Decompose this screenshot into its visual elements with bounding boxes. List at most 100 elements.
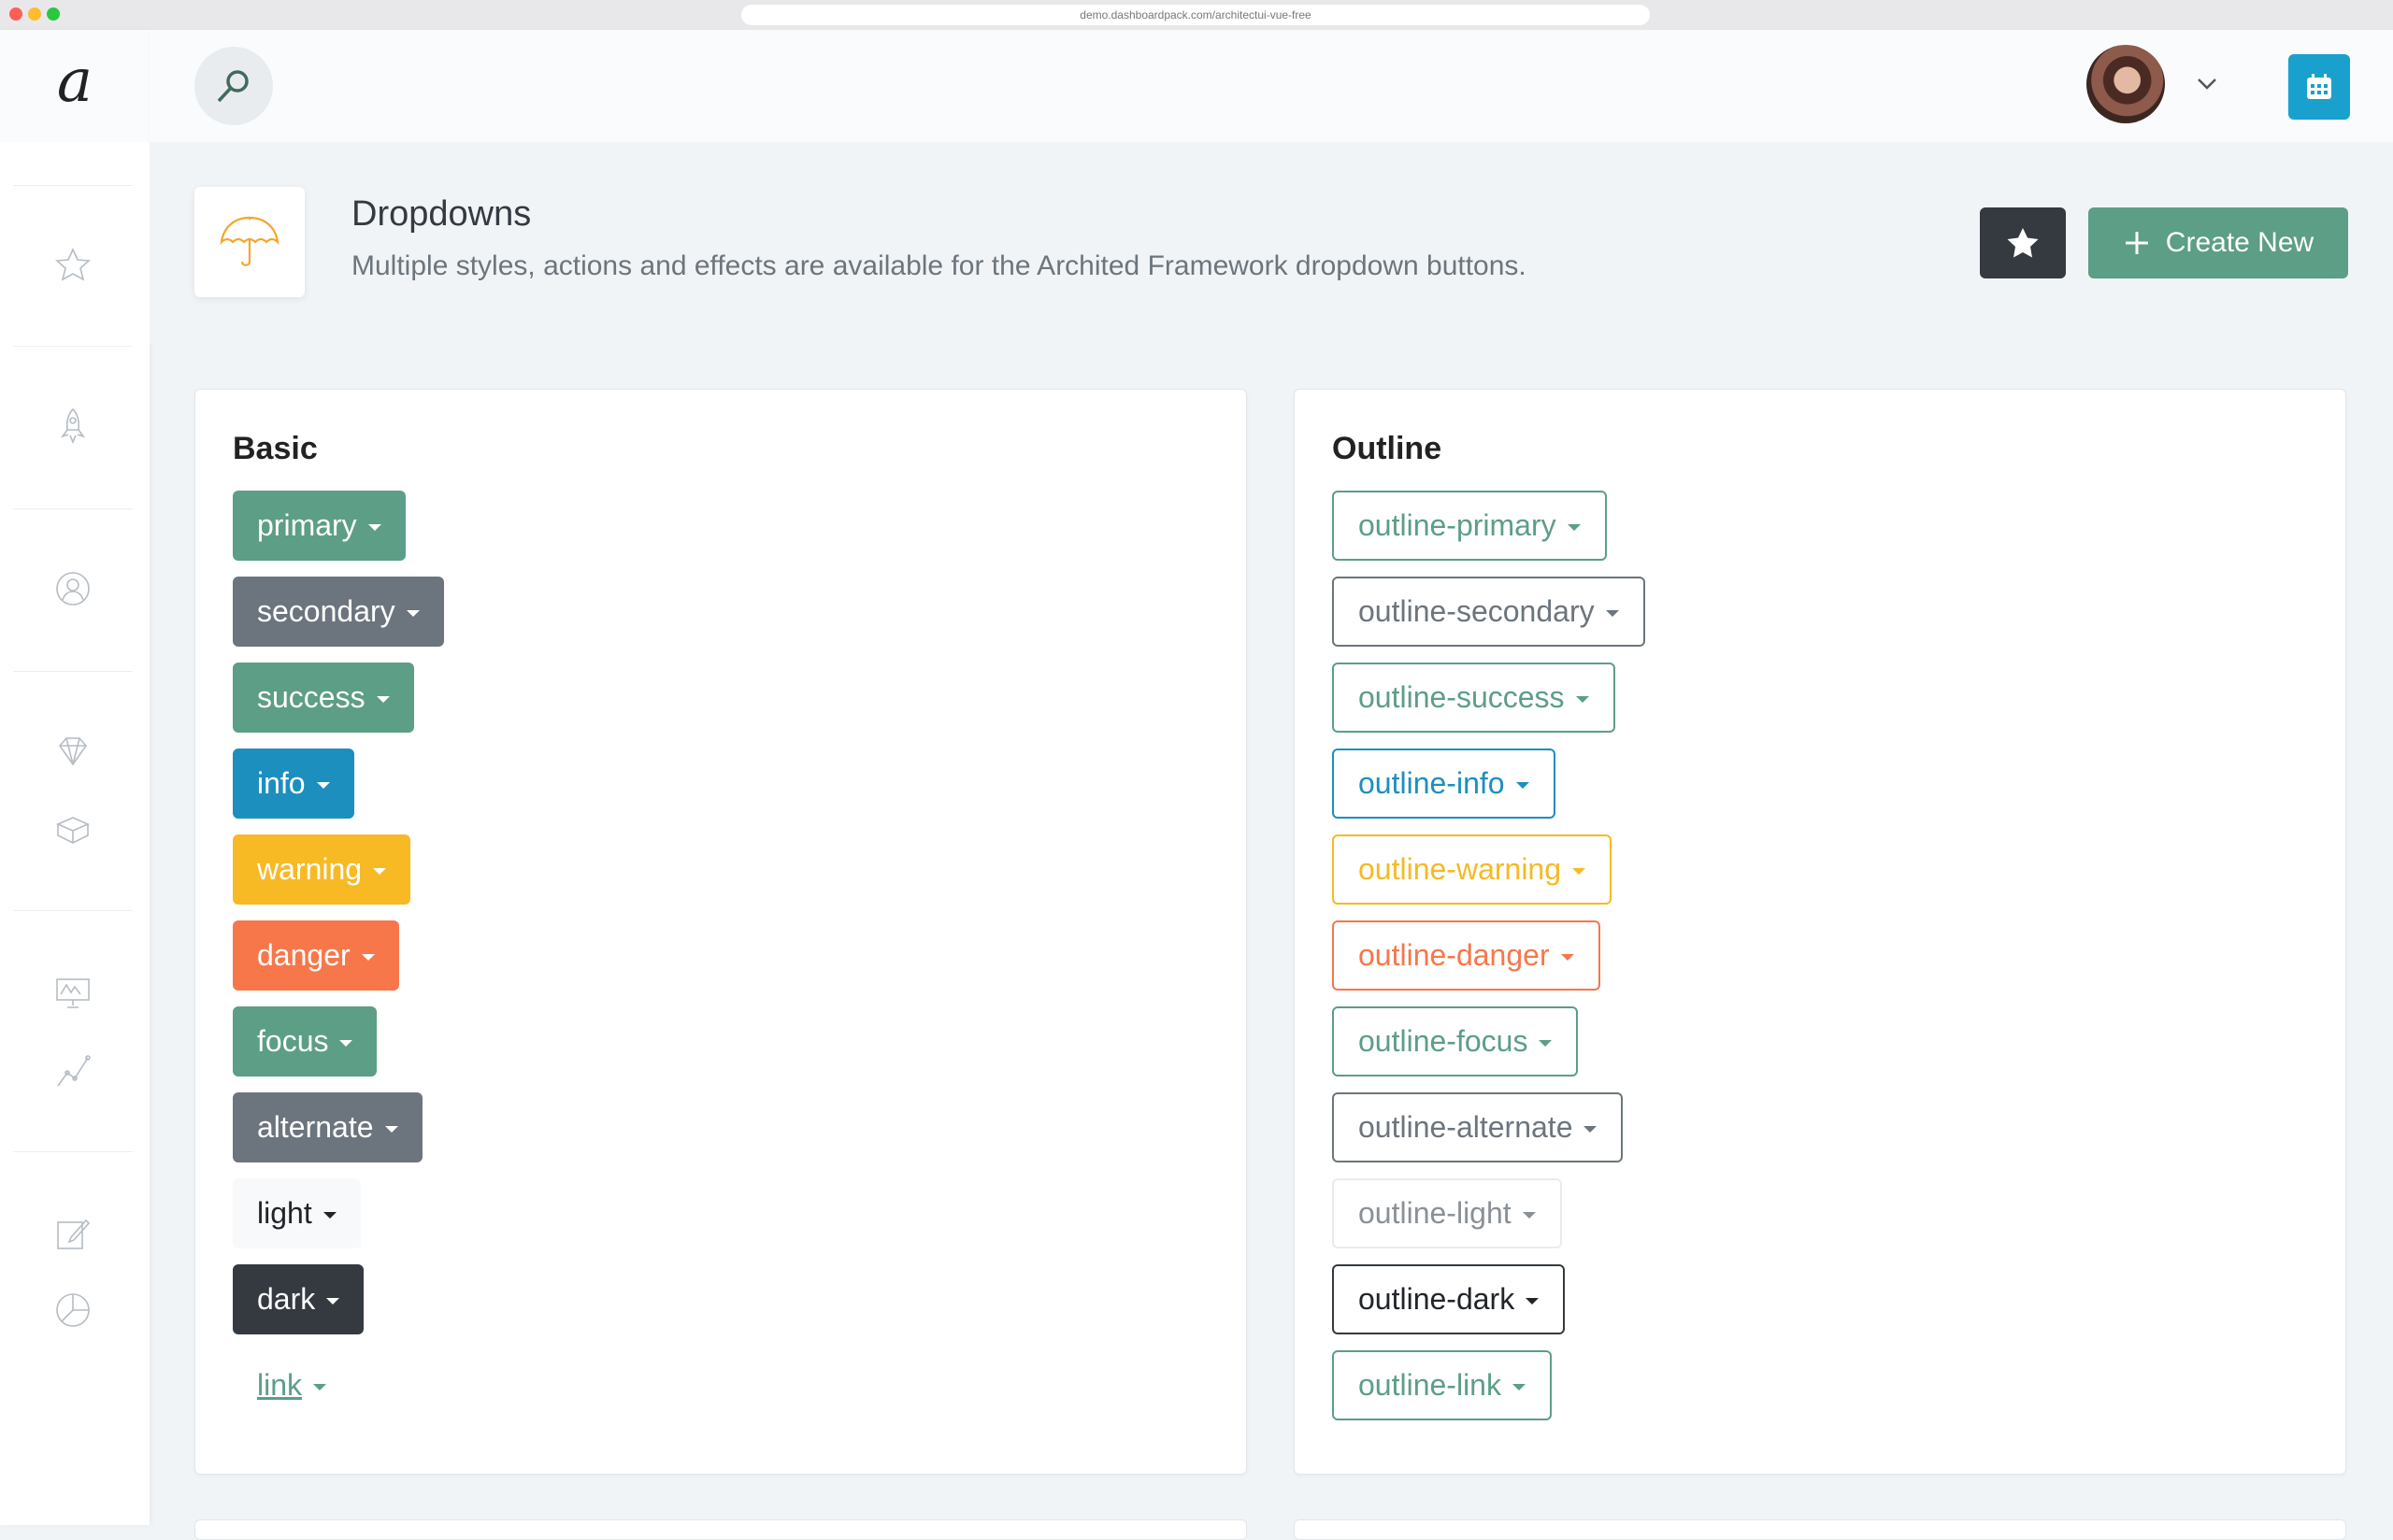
link-dropdown-button[interactable]: link: [233, 1350, 351, 1420]
basic-button-list: primary secondary success info warning danger…: [233, 491, 444, 1420]
close-window-button[interactable]: [9, 7, 22, 21]
sidebar-divider: [13, 1151, 133, 1152]
button-label: warning: [257, 852, 363, 886]
card-title: Basic: [233, 431, 318, 466]
outline-link-dropdown-button[interactable]: outline-link: [1332, 1350, 1552, 1420]
outline-dark-dropdown-button[interactable]: outline-dark: [1332, 1264, 1566, 1334]
favorite-button[interactable]: [1980, 207, 2066, 278]
sidebar-item-pie-chart[interactable]: [49, 1286, 97, 1334]
caret-down-icon: [1575, 696, 1589, 703]
button-label: outline-link: [1358, 1368, 1501, 1402]
app-logo: a: [56, 47, 93, 116]
edit-icon: [57, 1219, 91, 1249]
sidebar-item-user[interactable]: [49, 564, 97, 613]
caret-down-icon: [326, 1298, 340, 1305]
search-button[interactable]: [194, 47, 273, 125]
caret-down-icon: [313, 1384, 327, 1390]
primary-dropdown-button[interactable]: primary: [233, 491, 406, 561]
outline-success-dropdown-button[interactable]: outline-success: [1332, 663, 1615, 733]
caret-down-icon: [1572, 868, 1586, 875]
sidebar: a: [0, 30, 150, 1525]
button-label: outline-primary: [1358, 508, 1556, 542]
card-title: Outline: [1332, 431, 1442, 466]
plus-icon: [2125, 232, 2148, 254]
outline-focus-dropdown-button[interactable]: outline-focus: [1332, 1006, 1579, 1077]
success-dropdown-button[interactable]: success: [233, 663, 414, 733]
page-title-area: Dropdowns Multiple styles, actions and e…: [150, 142, 2393, 344]
sidebar-item-diamond[interactable]: [49, 727, 97, 776]
caret-down-icon: [1515, 782, 1529, 789]
button-label: secondary: [257, 594, 395, 628]
alternate-dropdown-button[interactable]: alternate: [233, 1092, 423, 1162]
caret-down-icon: [376, 696, 390, 703]
calendar-button[interactable]: [2288, 54, 2350, 120]
sidebar-item-graph[interactable]: [49, 1047, 97, 1095]
danger-dropdown-button[interactable]: danger: [233, 920, 399, 991]
diamond-icon: [58, 737, 88, 766]
caret-down-icon: [1526, 1298, 1540, 1305]
outline-primary-dropdown-button[interactable]: outline-primary: [1332, 491, 1607, 561]
dark-dropdown-button[interactable]: dark: [233, 1264, 365, 1334]
outline-danger-dropdown-button[interactable]: outline-danger: [1332, 920, 1600, 991]
sidebar-item-presentation[interactable]: [49, 968, 97, 1017]
browser-toolbar: demo.dashboardpack.com/architectui-vue-f…: [0, 0, 2393, 31]
info-dropdown-button[interactable]: info: [233, 749, 354, 819]
sidebar-item-box[interactable]: [49, 806, 97, 854]
maximize-window-button[interactable]: [47, 7, 60, 21]
caret-down-icon: [1605, 610, 1619, 617]
rocket-icon: [60, 407, 86, 445]
pie-chart-icon: [56, 1293, 90, 1327]
button-label: outline-alternate: [1358, 1110, 1573, 1144]
light-dropdown-button[interactable]: light: [233, 1178, 361, 1248]
next-card: [194, 1519, 1247, 1540]
button-label: outline-success: [1358, 680, 1565, 714]
button-label: outline-dark: [1358, 1282, 1515, 1316]
outline-info-dropdown-button[interactable]: outline-info: [1332, 749, 1555, 819]
sidebar-divider: [13, 508, 133, 509]
sidebar-item-rocket[interactable]: [49, 402, 97, 450]
sidebar-item-edit[interactable]: [49, 1209, 97, 1258]
button-label: link: [257, 1368, 303, 1402]
sidebar-item-star[interactable]: [49, 241, 97, 290]
caret-down-icon: [339, 1040, 353, 1047]
button-label: alternate: [257, 1110, 374, 1144]
create-new-label: Create New: [2165, 227, 2314, 258]
button-label: dark: [257, 1282, 316, 1316]
outline-secondary-dropdown-button[interactable]: outline-secondary: [1332, 577, 1645, 647]
button-label: primary: [257, 508, 357, 542]
page-subtitle: Multiple styles, actions and effects are…: [351, 250, 1526, 281]
sidebar-divider: [13, 185, 133, 186]
avatar[interactable]: [2086, 45, 2165, 123]
create-new-button[interactable]: Create New: [2088, 207, 2348, 278]
secondary-dropdown-button[interactable]: secondary: [233, 577, 444, 647]
basic-card: Basic primary secondary success info warning…: [194, 389, 1247, 1475]
caret-down-icon: [316, 782, 330, 789]
focus-dropdown-button[interactable]: focus: [233, 1006, 378, 1077]
next-card: [1294, 1519, 2346, 1540]
caret-down-icon: [384, 1126, 398, 1133]
outline-warning-dropdown-button[interactable]: outline-warning: [1332, 834, 1612, 905]
button-label: outline-warning: [1358, 852, 1562, 886]
outline-alternate-dropdown-button[interactable]: outline-alternate: [1332, 1092, 1624, 1162]
header: [150, 30, 2393, 142]
button-label: outline-danger: [1358, 938, 1550, 972]
caret-down-icon: [1539, 1040, 1553, 1047]
caret-down-icon: [361, 954, 375, 961]
caret-down-icon: [406, 610, 420, 617]
button-label: outline-secondary: [1358, 594, 1595, 628]
caret-down-icon: [1512, 1384, 1526, 1390]
outline-light-dropdown-button[interactable]: outline-light: [1332, 1178, 1562, 1248]
warning-dropdown-button[interactable]: warning: [233, 834, 411, 905]
logo-area[interactable]: a: [0, 30, 150, 142]
page-title-icon-box: [194, 187, 305, 297]
button-label: outline-info: [1358, 766, 1505, 800]
page-title: Dropdowns: [351, 194, 532, 234]
caret-down-icon: [1583, 1126, 1598, 1133]
chevron-down-icon[interactable]: [2193, 69, 2221, 97]
calendar-icon: [2307, 74, 2331, 99]
minimize-window-button[interactable]: [28, 7, 41, 21]
user-icon: [56, 572, 90, 606]
graph-icon: [57, 1055, 91, 1087]
star-icon: [2007, 228, 2039, 258]
address-bar[interactable]: demo.dashboardpack.com/architectui-vue-f…: [741, 5, 1650, 25]
